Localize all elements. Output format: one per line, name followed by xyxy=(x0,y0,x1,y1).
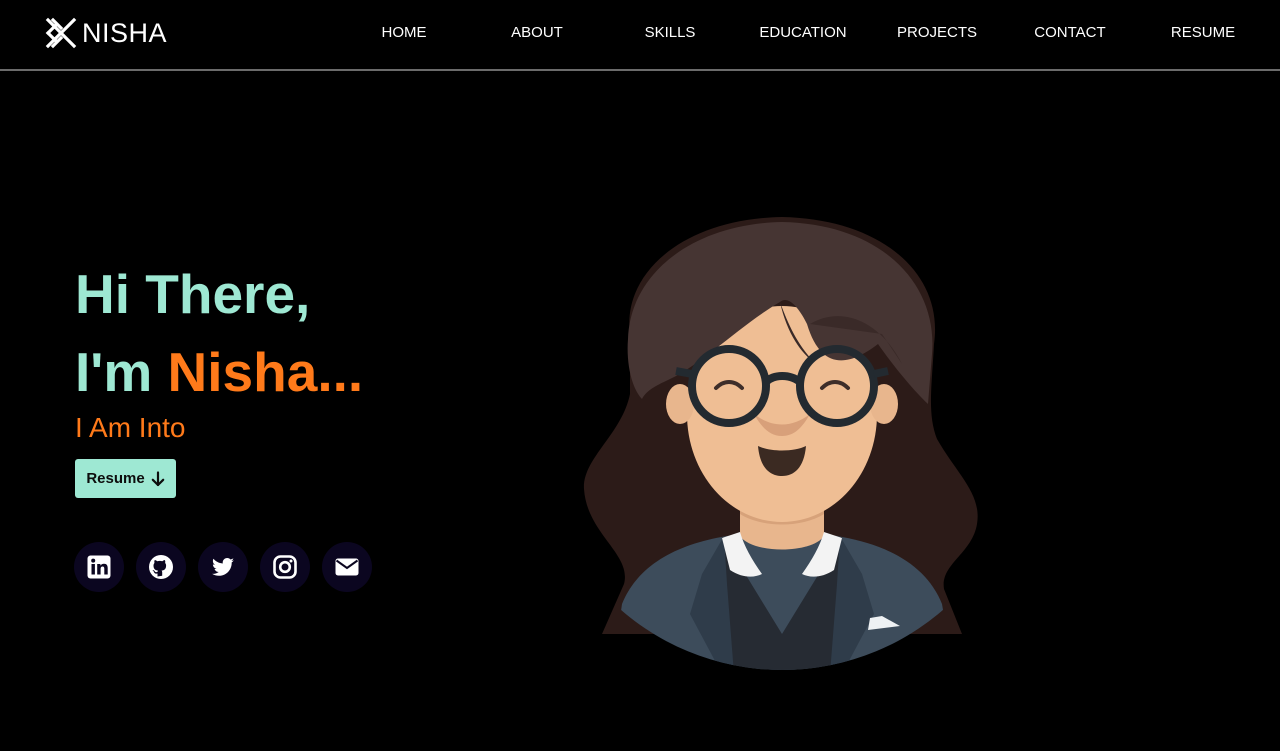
navbar: NISHA HOME ABOUT SKILLS EDUCATION PROJEC… xyxy=(0,0,1280,71)
brand-logo[interactable]: NISHA xyxy=(44,15,167,51)
nav-skills[interactable]: SKILLS xyxy=(615,24,725,44)
hero-name-line: I'm Nisha... xyxy=(75,340,363,404)
hero-tagline: I Am Into xyxy=(75,412,186,443)
nav-home[interactable]: HOME xyxy=(349,24,459,44)
brand-name: NISHA xyxy=(82,17,168,48)
twitter-icon xyxy=(212,558,234,576)
hero-greeting: Hi There, xyxy=(75,263,311,325)
avatar-illustration xyxy=(582,214,982,674)
nav-contact[interactable]: CONTACT xyxy=(1015,24,1125,44)
hero-name: Nisha... xyxy=(167,341,364,403)
instagram-link[interactable] xyxy=(260,542,310,592)
envelope-icon xyxy=(335,558,359,576)
linkedin-link[interactable] xyxy=(74,542,124,592)
crossed-logo-icon xyxy=(45,17,77,49)
email-link[interactable] xyxy=(322,542,372,592)
instagram-icon xyxy=(273,555,297,579)
resume-button[interactable]: Resume xyxy=(75,459,176,498)
nav-about[interactable]: ABOUT xyxy=(482,24,592,44)
nav-projects[interactable]: PROJECTS xyxy=(882,24,992,44)
twitter-link[interactable] xyxy=(198,542,248,592)
nav-resume[interactable]: RESUME xyxy=(1148,24,1258,44)
hero-intro: I'm xyxy=(75,341,168,403)
nav-education[interactable]: EDUCATION xyxy=(748,24,858,44)
github-link[interactable] xyxy=(136,542,186,592)
github-icon xyxy=(149,555,173,579)
linkedin-icon xyxy=(87,555,111,579)
arrow-down-icon xyxy=(151,470,164,486)
resume-button-label: Resume xyxy=(86,470,145,487)
